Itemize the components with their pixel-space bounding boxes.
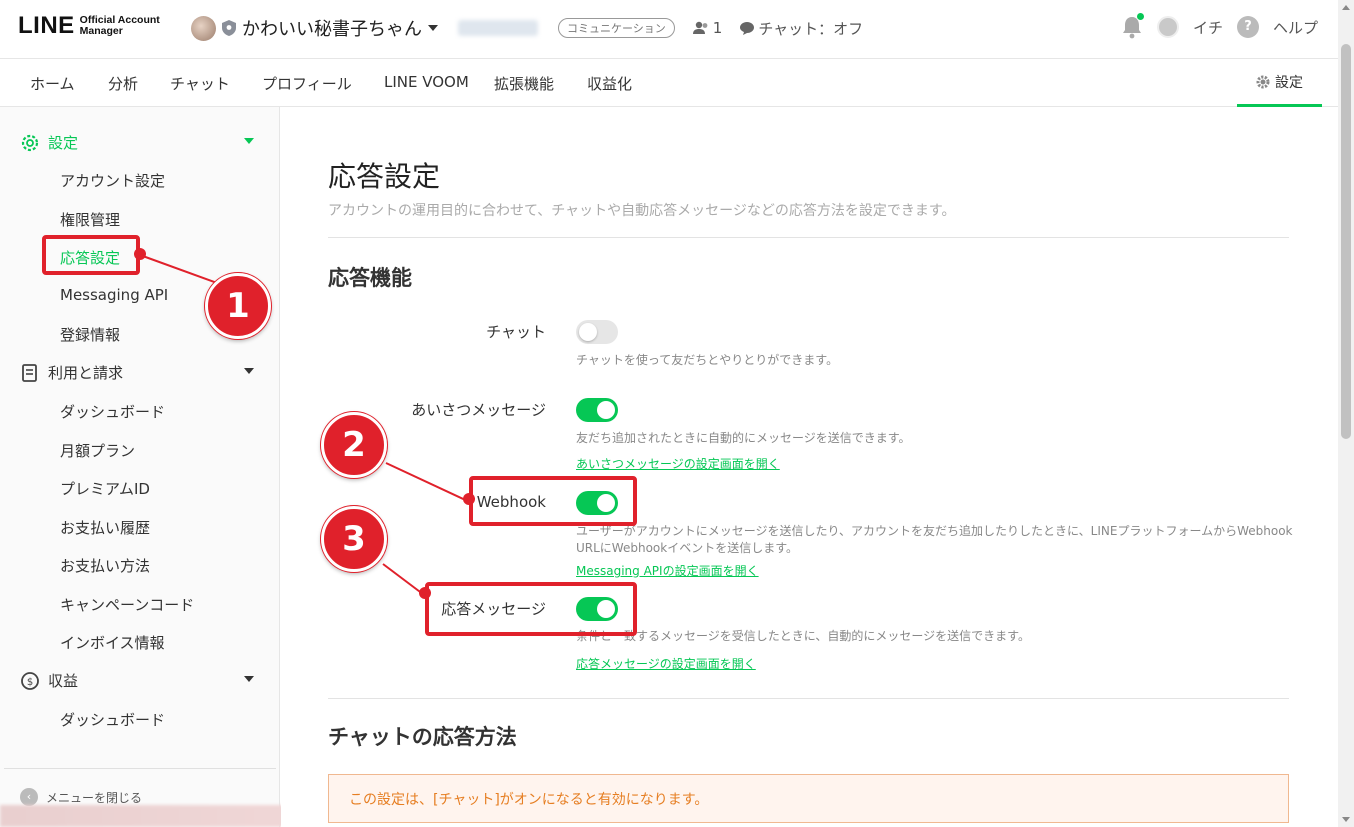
scrollbar-thumb[interactable]: [1341, 44, 1351, 439]
auto-reply-help: 条件と一致するメッセージを受信したときに、自動的にメッセージを送信できます。: [576, 629, 1030, 643]
annotation-marker-1: 1: [205, 273, 271, 339]
line-oam-logo[interactable]: LINE Official Account Manager: [18, 12, 160, 40]
annotation-box-3: [425, 582, 637, 636]
annotation-box-2: [469, 476, 637, 526]
section-title-chat-method: チャットの応答方法: [328, 725, 517, 749]
divider: [328, 237, 1289, 238]
nav-settings[interactable]: 設定: [1237, 59, 1322, 107]
sidebar-section-settings[interactable]: 設定: [20, 132, 260, 153]
nav-analytics[interactable]: 分析: [108, 73, 138, 94]
sidebar-item-dashboard[interactable]: ダッシュボード: [60, 401, 165, 422]
sidebar-section-billing[interactable]: 利用と請求: [20, 362, 260, 383]
page-title: 応答設定: [328, 160, 441, 193]
account-switcher[interactable]: かわいい秘書子ちゃん コミュニケーション 1 チャット：オフ: [191, 15, 863, 41]
sidebar-item-payment-method[interactable]: お支払い方法: [60, 555, 150, 576]
gear-icon: [1256, 75, 1270, 88]
sidebar: 設定 アカウント設定 権限管理 応答設定 Messaging API 登録情報 …: [0, 107, 280, 827]
chat-disabled-notice: この設定は、[チャット]がオンになると有効になります。: [328, 774, 1289, 823]
logo-line-text: LINE: [18, 12, 75, 39]
sidebar-item-account-settings[interactable]: アカウント設定: [60, 170, 165, 191]
greeting-label: あいさつメッセージ: [411, 401, 546, 419]
help-icon[interactable]: ?: [1236, 16, 1259, 38]
chevron-down-icon: [244, 676, 254, 682]
chevron-down-icon: [244, 138, 254, 144]
sidebar-item-payment-history[interactable]: お支払い履歴: [60, 517, 150, 538]
page-description: アカウントの運用目的に合わせて、チャットや自動応答メッセージなどの応答方法を設定…: [328, 203, 956, 219]
dollar-circle-icon: $: [21, 671, 39, 690]
shield-icon: [222, 20, 236, 36]
close-menu-button[interactable]: ‹ メニューを閉じる: [20, 788, 142, 806]
chevron-left-icon: ‹: [20, 788, 38, 806]
account-avatar: [191, 15, 216, 41]
svg-text:$: $: [27, 677, 33, 688]
header-right: イチ ? ヘルプ: [1121, 12, 1318, 39]
main-content: 応答設定 アカウントの運用目的に合わせて、チャットや自動応答メッセージなどの応答…: [281, 107, 1338, 827]
main-nav: ホーム 分析 チャット プロフィール LINE VOOM 拡張機能 収益化 設定: [0, 59, 1354, 107]
user-name[interactable]: イチ: [1193, 17, 1223, 38]
annotation-marker-3: 3: [321, 506, 387, 572]
nav-line-voom[interactable]: LINE VOOM: [384, 73, 469, 91]
divider: [328, 698, 1289, 699]
sidebar-item-messaging-api[interactable]: Messaging API: [60, 286, 168, 304]
notifications-button[interactable]: [1121, 12, 1145, 39]
top-header: LINE Official Account Manager かわいい秘書子ちゃん …: [0, 0, 1354, 59]
account-id-redacted: [458, 20, 538, 36]
nav-home[interactable]: ホーム: [30, 73, 75, 94]
sidebar-section-revenue[interactable]: $ 収益: [20, 670, 260, 691]
sidebar-item-permissions[interactable]: 権限管理: [60, 209, 120, 230]
nav-chat[interactable]: チャット: [170, 73, 230, 94]
messaging-api-settings-link[interactable]: Messaging APIの設定画面を開く: [576, 562, 759, 579]
auto-reply-settings-link[interactable]: 応答メッセージの設定画面を開く: [576, 655, 756, 672]
nav-profile[interactable]: プロフィール: [262, 73, 352, 94]
page-scrollbar[interactable]: [1338, 0, 1354, 827]
nav-extensions[interactable]: 拡張機能: [494, 73, 554, 94]
logo-subtitle: Official Account Manager: [79, 14, 160, 37]
account-category-badge: コミュニケーション: [558, 18, 675, 38]
gear-icon: [21, 134, 39, 151]
greeting-settings-link[interactable]: あいさつメッセージの設定画面を開く: [576, 455, 780, 472]
document-icon: [22, 363, 37, 382]
greeting-toggle[interactable]: [576, 398, 618, 422]
sidebar-divider: [4, 768, 276, 769]
scroll-up-icon[interactable]: [1342, 5, 1350, 10]
chat-help: チャットを使って友だちとやりとりができます。: [576, 353, 839, 367]
account-name: かわいい秘書子ちゃん: [242, 19, 422, 40]
sidebar-item-monthly-plan[interactable]: 月額プラン: [60, 440, 135, 461]
user-avatar[interactable]: [1156, 16, 1179, 38]
chevron-down-icon: [428, 25, 438, 31]
greeting-help: 友だち追加されたときに自動的にメッセージを送信できます。: [576, 431, 911, 445]
section-title-features: 応答機能: [328, 266, 412, 290]
annotation-marker-2: 2: [321, 412, 387, 478]
chevron-down-icon: [244, 368, 254, 374]
scroll-down-icon[interactable]: [1342, 817, 1350, 822]
friends-count[interactable]: 1: [692, 19, 722, 37]
sidebar-item-registration-info[interactable]: 登録情報: [60, 324, 120, 345]
sidebar-item-invoice-info[interactable]: インボイス情報: [60, 632, 165, 653]
annotation-box-1: [42, 235, 140, 275]
users-icon: [692, 21, 708, 34]
notification-dot: [1135, 12, 1145, 21]
sidebar-item-revenue-dashboard[interactable]: ダッシュボード: [60, 709, 165, 730]
chat-label: チャット: [486, 323, 546, 341]
sidebar-item-premium-id[interactable]: プレミアムID: [60, 478, 150, 499]
webhook-help: ユーザーがアカウントにメッセージを送信したり、アカウントを友だち追加したりしたと…: [576, 524, 1293, 555]
sidebar-item-campaign-code[interactable]: キャンペーンコード: [60, 594, 194, 615]
chat-status[interactable]: チャット：オフ: [740, 18, 863, 39]
chat-bubble-icon: [740, 21, 755, 35]
help-link[interactable]: ヘルプ: [1273, 17, 1318, 38]
chat-toggle[interactable]: [576, 320, 618, 344]
nav-monetization[interactable]: 収益化: [587, 73, 632, 94]
